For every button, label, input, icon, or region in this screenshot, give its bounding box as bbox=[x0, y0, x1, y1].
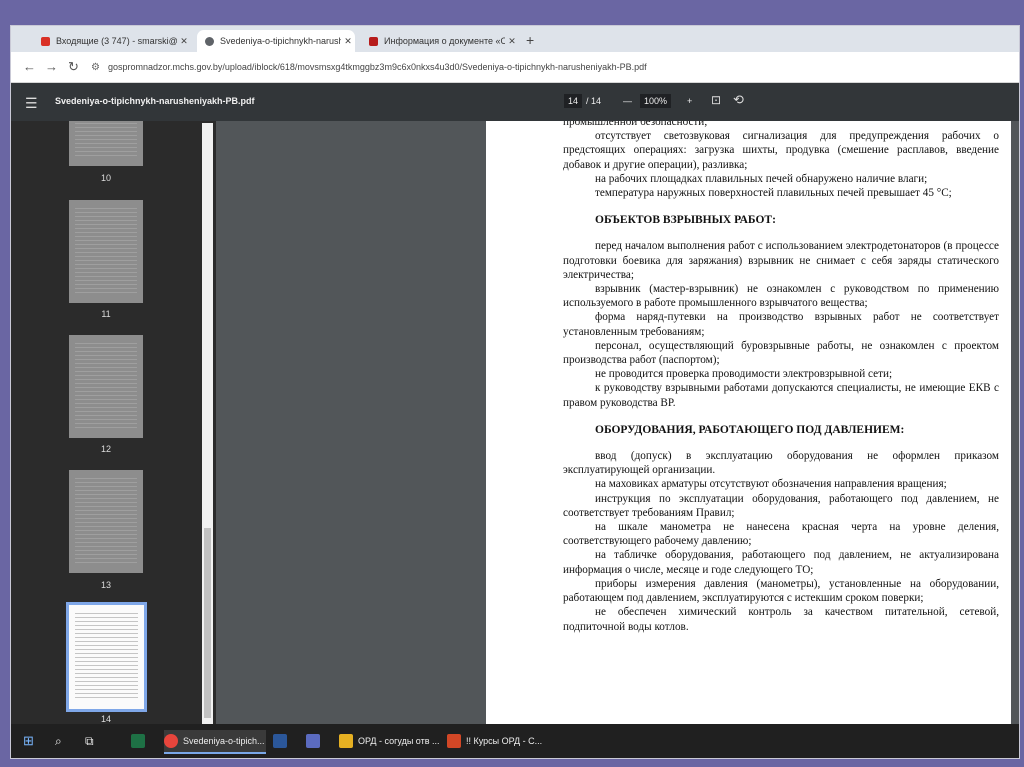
thumbnail-number: 10 bbox=[100, 173, 111, 183]
taskbar: ⊞ ⌕ ⧉ Svedeniya-o-tipich... ОРД - согуды… bbox=[11, 724, 1019, 758]
url-text: gospromnadzor.mchs.gov.by/upload/iblock/… bbox=[107, 62, 647, 72]
list-item: на маховиках арматуры отсутствуют обозна… bbox=[595, 478, 947, 491]
task-view-icon[interactable]: ⧉ bbox=[85, 730, 94, 752]
list-item: персонал, осуществляющий буровзрывные ра… bbox=[563, 339, 999, 367]
list-item: на табличке оборудования, работающего по… bbox=[563, 549, 999, 576]
list-item: форма наряд-путевки на производство взры… bbox=[563, 311, 999, 338]
tab-label: Входящие (3 747) - smarski@... bbox=[56, 36, 177, 46]
globe-icon bbox=[205, 36, 214, 46]
section-heading: ОБЪЕКТОВ ВЗРЫВНЫХ РАБОТ: bbox=[595, 214, 776, 227]
word-icon bbox=[273, 734, 287, 748]
taskbar-excel[interactable] bbox=[131, 730, 150, 752]
menu-icon[interactable]: ☰ bbox=[25, 95, 38, 112]
close-icon[interactable]: ✕ bbox=[505, 36, 519, 47]
address-bar: ← → ↻ ⚙ gospromnadzor.mchs.gov.by/upload… bbox=[11, 52, 1019, 83]
pdf-viewport: промышленной безопасности; отсутствует с… bbox=[216, 121, 1019, 724]
pdf-toolbar: ☰ Svedeniya-o-tipichnykh-narusheniyakh-P… bbox=[11, 83, 1019, 121]
list-item: на шкале манометра не нанесена красная ч… bbox=[563, 521, 999, 548]
list-item: ввод (допуск) в эксплуатацию оборудовани… bbox=[563, 450, 999, 477]
zoom-controls: — 100% + bbox=[623, 94, 700, 108]
page-total: / 14 bbox=[586, 96, 602, 106]
url-field[interactable]: ⚙ gospromnadzor.mchs.gov.by/upload/ibloc… bbox=[91, 56, 1011, 78]
taskbar-folder[interactable]: ОРД - согуды отв ... bbox=[339, 730, 440, 752]
taskbar-label: !! Курсы ОРД - С... bbox=[466, 736, 543, 746]
page-text: промышленной безопасности; отсутствует с… bbox=[563, 121, 999, 634]
fit-page-icon[interactable]: ⊡ bbox=[711, 93, 721, 107]
taskbar-word[interactable] bbox=[273, 730, 292, 752]
page-thumbnail-selected[interactable] bbox=[66, 602, 147, 712]
tab-label: Svedeniya-o-tipichnykh-narush bbox=[220, 36, 341, 46]
tab-pdf[interactable]: Svedeniya-o-tipichnykh-narush ✕ bbox=[197, 30, 355, 52]
site-info-icon[interactable]: ⚙ bbox=[91, 62, 100, 73]
powerpoint-icon bbox=[447, 734, 461, 748]
list-item: к руководству взрывными работами допуска… bbox=[563, 382, 999, 409]
zoom-out-button[interactable]: — bbox=[623, 96, 632, 106]
list-item: инструкция по эксплуатации оборудования,… bbox=[563, 492, 999, 519]
list-item: приборы измерения давления (манометры), … bbox=[563, 577, 999, 605]
list-item: температура наружных поверхностей плавил… bbox=[595, 187, 952, 200]
scrollbar-thumb[interactable] bbox=[204, 528, 211, 718]
tab-label: Информация о документе «О... bbox=[384, 36, 505, 46]
section-heading: ОБОРУДОВАНИЯ, РАБОТАЮЩЕГО ПОД ДАВЛЕНИЕМ: bbox=[595, 423, 905, 436]
forward-icon[interactable]: → bbox=[45, 59, 58, 74]
zoom-in-button[interactable]: + bbox=[687, 96, 692, 106]
zoom-input[interactable]: 100% bbox=[640, 94, 672, 108]
close-icon[interactable]: ✕ bbox=[341, 36, 355, 47]
thumbnail-number: 12 bbox=[100, 444, 111, 454]
rotate-icon[interactable]: ⟲ bbox=[733, 92, 744, 108]
close-icon[interactable]: ✕ bbox=[177, 36, 191, 47]
taskbar-save-app[interactable] bbox=[306, 730, 325, 752]
reload-icon[interactable]: ↻ bbox=[68, 59, 79, 75]
page-indicator: 14 / 14 bbox=[564, 94, 601, 108]
sidebar-scrollbar[interactable] bbox=[202, 123, 213, 724]
list-item: перед началом выполнения работ с использ… bbox=[563, 240, 999, 281]
gmail-icon bbox=[41, 36, 50, 46]
list-item: не обеспечен химический контроль за каче… bbox=[563, 606, 999, 633]
list-item: отсутствует светозвуковая сигнализация д… bbox=[563, 130, 999, 171]
page-thumbnail[interactable] bbox=[69, 470, 143, 573]
excel-icon bbox=[131, 734, 145, 748]
doc-icon bbox=[369, 36, 378, 46]
pdf-filename: Svedeniya-o-tipichnykh-narusheniyakh-PB.… bbox=[55, 96, 255, 106]
tab-gmail[interactable]: Входящие (3 747) - smarski@... ✕ bbox=[33, 30, 191, 52]
tab-strip: Входящие (3 747) - smarski@... ✕ Svedeni… bbox=[11, 26, 1019, 52]
page-thumbnail[interactable] bbox=[69, 121, 143, 166]
taskbar-powerpoint[interactable]: !! Курсы ОРД - С... bbox=[447, 730, 542, 752]
pdf-page: промышленной безопасности; отсутствует с… bbox=[486, 121, 1011, 724]
taskbar-label: Svedeniya-o-tipich... bbox=[183, 736, 265, 746]
browser-window: Входящие (3 747) - smarski@... ✕ Svedeni… bbox=[10, 25, 1020, 759]
floppy-icon bbox=[306, 734, 320, 748]
list-item: взрывник (мастер-взрывник) не ознакомлен… bbox=[563, 283, 999, 310]
text-line: промышленной безопасности; bbox=[563, 121, 708, 128]
page-number-input[interactable]: 14 bbox=[564, 94, 583, 108]
thumbnail-number: 14 bbox=[100, 714, 111, 724]
chrome-icon bbox=[164, 734, 178, 748]
page-thumbnail[interactable] bbox=[69, 335, 143, 438]
thumbnail-number: 13 bbox=[100, 580, 111, 590]
tab-doc-info[interactable]: Информация о документе «О... ✕ bbox=[361, 30, 519, 52]
taskbar-label: ОРД - согуды отв ... bbox=[358, 736, 440, 746]
list-item: не проводится проверка проводимости элек… bbox=[595, 368, 893, 381]
back-icon[interactable]: ← bbox=[23, 59, 36, 74]
search-icon[interactable]: ⌕ bbox=[55, 730, 62, 752]
thumbnail-sidebar: 10 11 12 13 14 bbox=[11, 121, 216, 724]
thumbnail-number: 11 bbox=[101, 309, 111, 319]
windows-start-icon[interactable]: ⊞ bbox=[23, 730, 34, 752]
taskbar-chrome[interactable]: Svedeniya-o-tipich... bbox=[164, 730, 266, 754]
list-item: на рабочих площадках плавильных печей об… bbox=[595, 172, 928, 185]
page-thumbnail[interactable] bbox=[69, 200, 143, 303]
folder-icon bbox=[339, 734, 353, 748]
new-tab-button[interactable]: + bbox=[526, 32, 534, 48]
